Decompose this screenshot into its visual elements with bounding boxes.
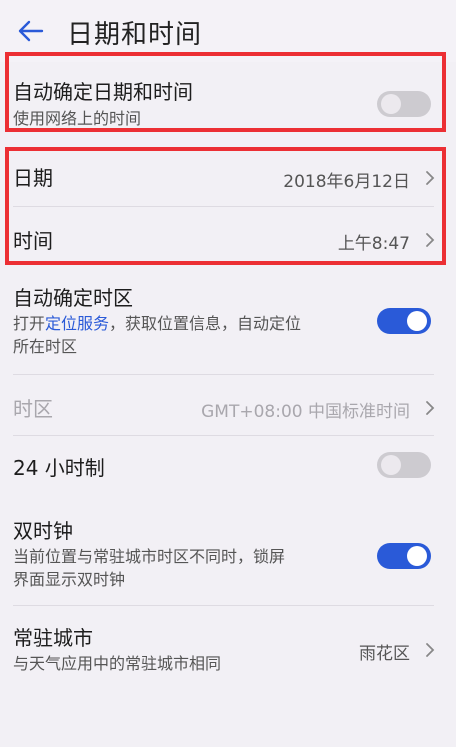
- hour24-toggle[interactable]: [377, 452, 431, 478]
- home-city-value: 雨花区: [359, 644, 410, 664]
- setting-subtitle: 与天气应用中的常驻城市相同: [13, 654, 222, 673]
- subtitle-line1: 当前位置与常驻城市时区不同时，锁屏: [13, 547, 286, 566]
- setting-title: 双时钟: [13, 519, 73, 543]
- setting-subtitle: 打开定位服务，获取位置信息，自动定位 所在时区: [13, 312, 373, 358]
- toggle-knob: [381, 455, 401, 475]
- setting-24-hour[interactable]: 24 小时制: [0, 436, 456, 494]
- setting-title: 常驻城市: [13, 626, 93, 650]
- highlight-box-date-time: [5, 147, 446, 265]
- setting-dual-clock[interactable]: 双时钟 当前位置与常驻城市时区不同时，锁屏 界面显示双时钟: [0, 505, 456, 605]
- setting-auto-timezone[interactable]: 自动确定时区 打开定位服务，获取位置信息，自动定位 所在时区: [0, 272, 456, 372]
- arrow-left-icon: [18, 20, 44, 42]
- setting-home-city[interactable]: 常驻城市 与天气应用中的常驻城市相同 雨花区: [0, 606, 456, 686]
- setting-timezone: 时区 GMT+08:00 中国标准时间: [0, 375, 456, 435]
- toggle-knob: [407, 546, 427, 566]
- back-button[interactable]: [14, 14, 48, 48]
- chevron-right-icon: [426, 401, 435, 415]
- highlight-box-auto-datetime: [5, 52, 446, 132]
- location-service-link[interactable]: 定位服务: [45, 314, 109, 333]
- setting-title: 时区: [13, 397, 53, 421]
- dual-clock-toggle[interactable]: [377, 543, 431, 569]
- setting-subtitle: 当前位置与常驻城市时区不同时，锁屏 界面显示双时钟: [13, 545, 373, 591]
- subtitle-line2: 界面显示双时钟: [13, 570, 126, 589]
- setting-title: 24 小时制: [13, 456, 105, 480]
- subtitle-line2: 所在时区: [13, 337, 78, 356]
- chevron-right-icon: [426, 643, 435, 657]
- auto-timezone-toggle[interactable]: [377, 308, 431, 334]
- setting-title: 自动确定时区: [13, 286, 133, 310]
- toggle-knob: [407, 311, 427, 331]
- timezone-value: GMT+08:00 中国标准时间: [201, 402, 410, 422]
- subtitle-suffix: ，获取位置信息，自动定位: [109, 314, 302, 333]
- page-title: 日期和时间: [67, 20, 203, 50]
- subtitle-prefix: 打开: [13, 314, 46, 333]
